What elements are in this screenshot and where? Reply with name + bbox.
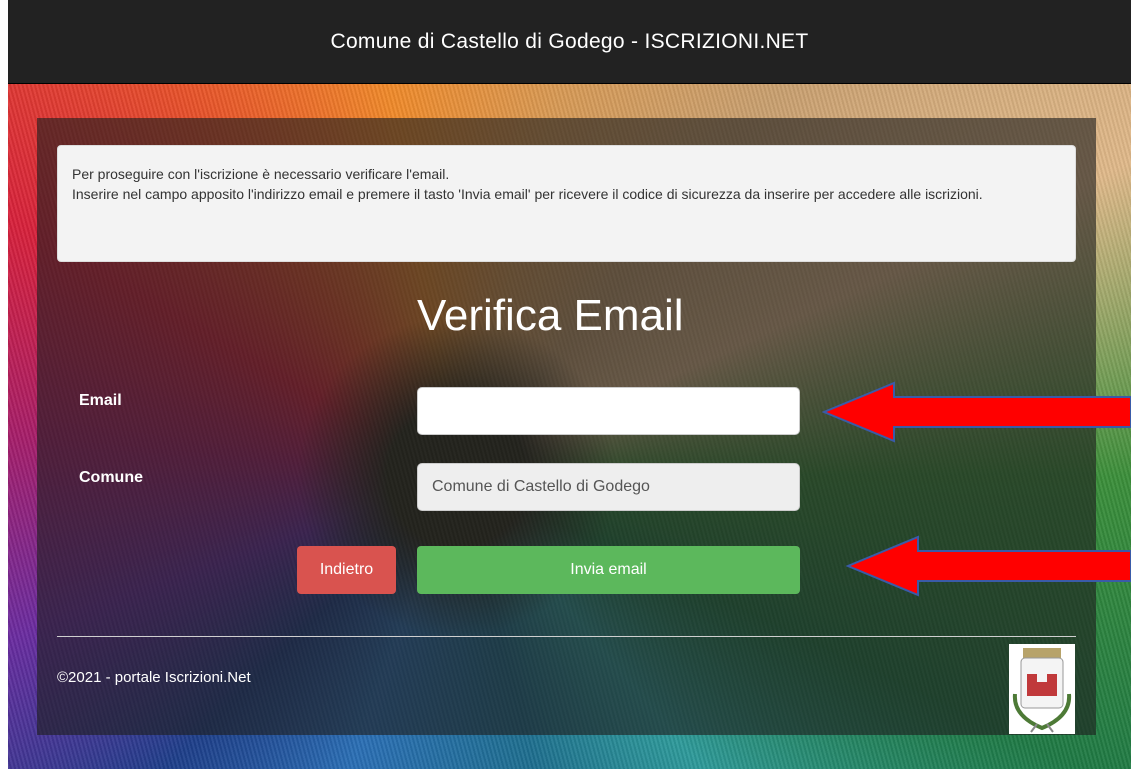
comune-field: Comune di Castello di Godego [417,463,800,511]
send-email-button[interactable]: Invia email [417,546,800,594]
annotation-arrow-email [822,381,1131,443]
email-input[interactable] [417,387,800,435]
back-button[interactable]: Indietro [297,546,396,594]
comune-label: Comune [79,469,143,486]
notice-box: Per proseguire con l'iscrizione è necess… [57,145,1076,262]
notice-line-1: Per proseguire con l'iscrizione è necess… [72,166,450,182]
page-title: Verifica Email [417,291,684,340]
top-bar: Comune di Castello di Godego - ISCRIZION… [8,0,1131,84]
footer-copyright: ©2021 - portale Iscrizioni.Net [57,669,251,686]
municipal-crest-logo [1009,644,1075,734]
notice-line-2: Inserire nel campo apposito l'indirizzo … [72,186,983,202]
email-label: Email [79,392,122,409]
site-title: Comune di Castello di Godego - ISCRIZION… [330,29,809,53]
footer-divider [57,636,1076,637]
annotation-arrow-send [846,535,1131,597]
